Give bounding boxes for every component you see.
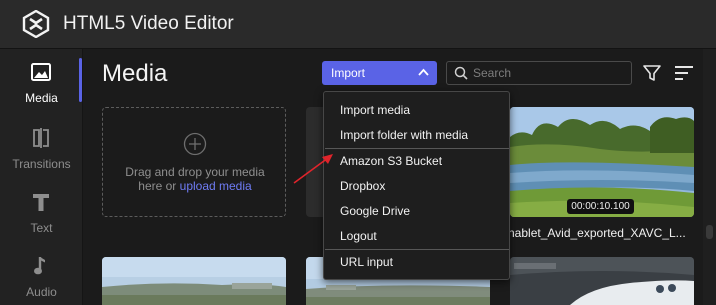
annotation-arrow-icon: [293, 154, 333, 184]
active-indicator: [79, 58, 82, 102]
sidebar-item-media[interactable]: Media: [0, 49, 83, 115]
clip-name: nablet_Avid_exported_XAVC_L...: [508, 226, 686, 240]
video-thumbnail-image: [510, 257, 694, 305]
duration-badge: 00:00:10.100: [567, 199, 634, 214]
filter-icon[interactable]: [643, 64, 661, 82]
menu-item-logout[interactable]: Logout: [324, 224, 509, 248]
app-title: HTML5 Video Editor: [63, 13, 234, 34]
search-icon: [454, 66, 468, 80]
transitions-icon: [33, 128, 49, 148]
sidebar-item-transitions[interactable]: Transitions: [0, 115, 83, 181]
import-button-label: Import: [331, 66, 366, 80]
sidebar-item-label: Audio: [26, 285, 57, 299]
menu-item-import-media[interactable]: Import media: [324, 98, 509, 122]
app-logo-icon: [22, 10, 50, 38]
sidebar: Media Transitions Text Audio: [0, 49, 83, 305]
chevron-up-icon: [418, 68, 429, 76]
search-box: [446, 61, 632, 85]
sidebar-item-audio[interactable]: Audio: [0, 243, 83, 305]
dropzone-line1: Drag and drop your media: [125, 165, 265, 179]
search-input[interactable]: [473, 65, 623, 81]
menu-item-import-folder[interactable]: Import folder with media: [324, 123, 509, 147]
import-menu: Import media Import folder with media Am…: [323, 91, 510, 280]
page-title: Media: [102, 60, 168, 87]
menu-item-google-drive[interactable]: Google Drive: [324, 199, 509, 223]
upload-media-link[interactable]: upload media: [180, 179, 252, 193]
add-circle-icon: [183, 132, 207, 156]
sidebar-item-label: Text: [30, 221, 53, 235]
scrollbar-thumb[interactable]: [706, 225, 713, 239]
sidebar-item-text[interactable]: Text: [0, 179, 83, 245]
text-icon: [33, 194, 49, 211]
music-note-icon: [34, 257, 45, 275]
import-dropdown-button[interactable]: Import: [322, 61, 437, 85]
sort-icon[interactable]: [674, 64, 694, 82]
dropzone-line2-prefix: here or: [138, 179, 180, 193]
media-thumbnail[interactable]: [510, 257, 694, 305]
menu-item-amazon-s3[interactable]: Amazon S3 Bucket: [324, 149, 509, 173]
sidebar-item-label: Media: [25, 91, 58, 105]
image-icon: [31, 63, 51, 81]
sidebar-item-label: Transitions: [12, 157, 71, 171]
menu-item-dropbox[interactable]: Dropbox: [324, 174, 509, 198]
dropzone-text: Drag and drop your media here or upload …: [111, 165, 279, 193]
upload-dropzone[interactable]: Drag and drop your media here or upload …: [102, 107, 286, 217]
video-thumbnail-image: [102, 257, 286, 305]
top-bar: HTML5 Video Editor: [0, 0, 716, 49]
media-thumbnail[interactable]: [102, 257, 286, 305]
scrollbar[interactable]: [703, 49, 716, 305]
menu-item-url-input[interactable]: URL input: [324, 250, 509, 274]
